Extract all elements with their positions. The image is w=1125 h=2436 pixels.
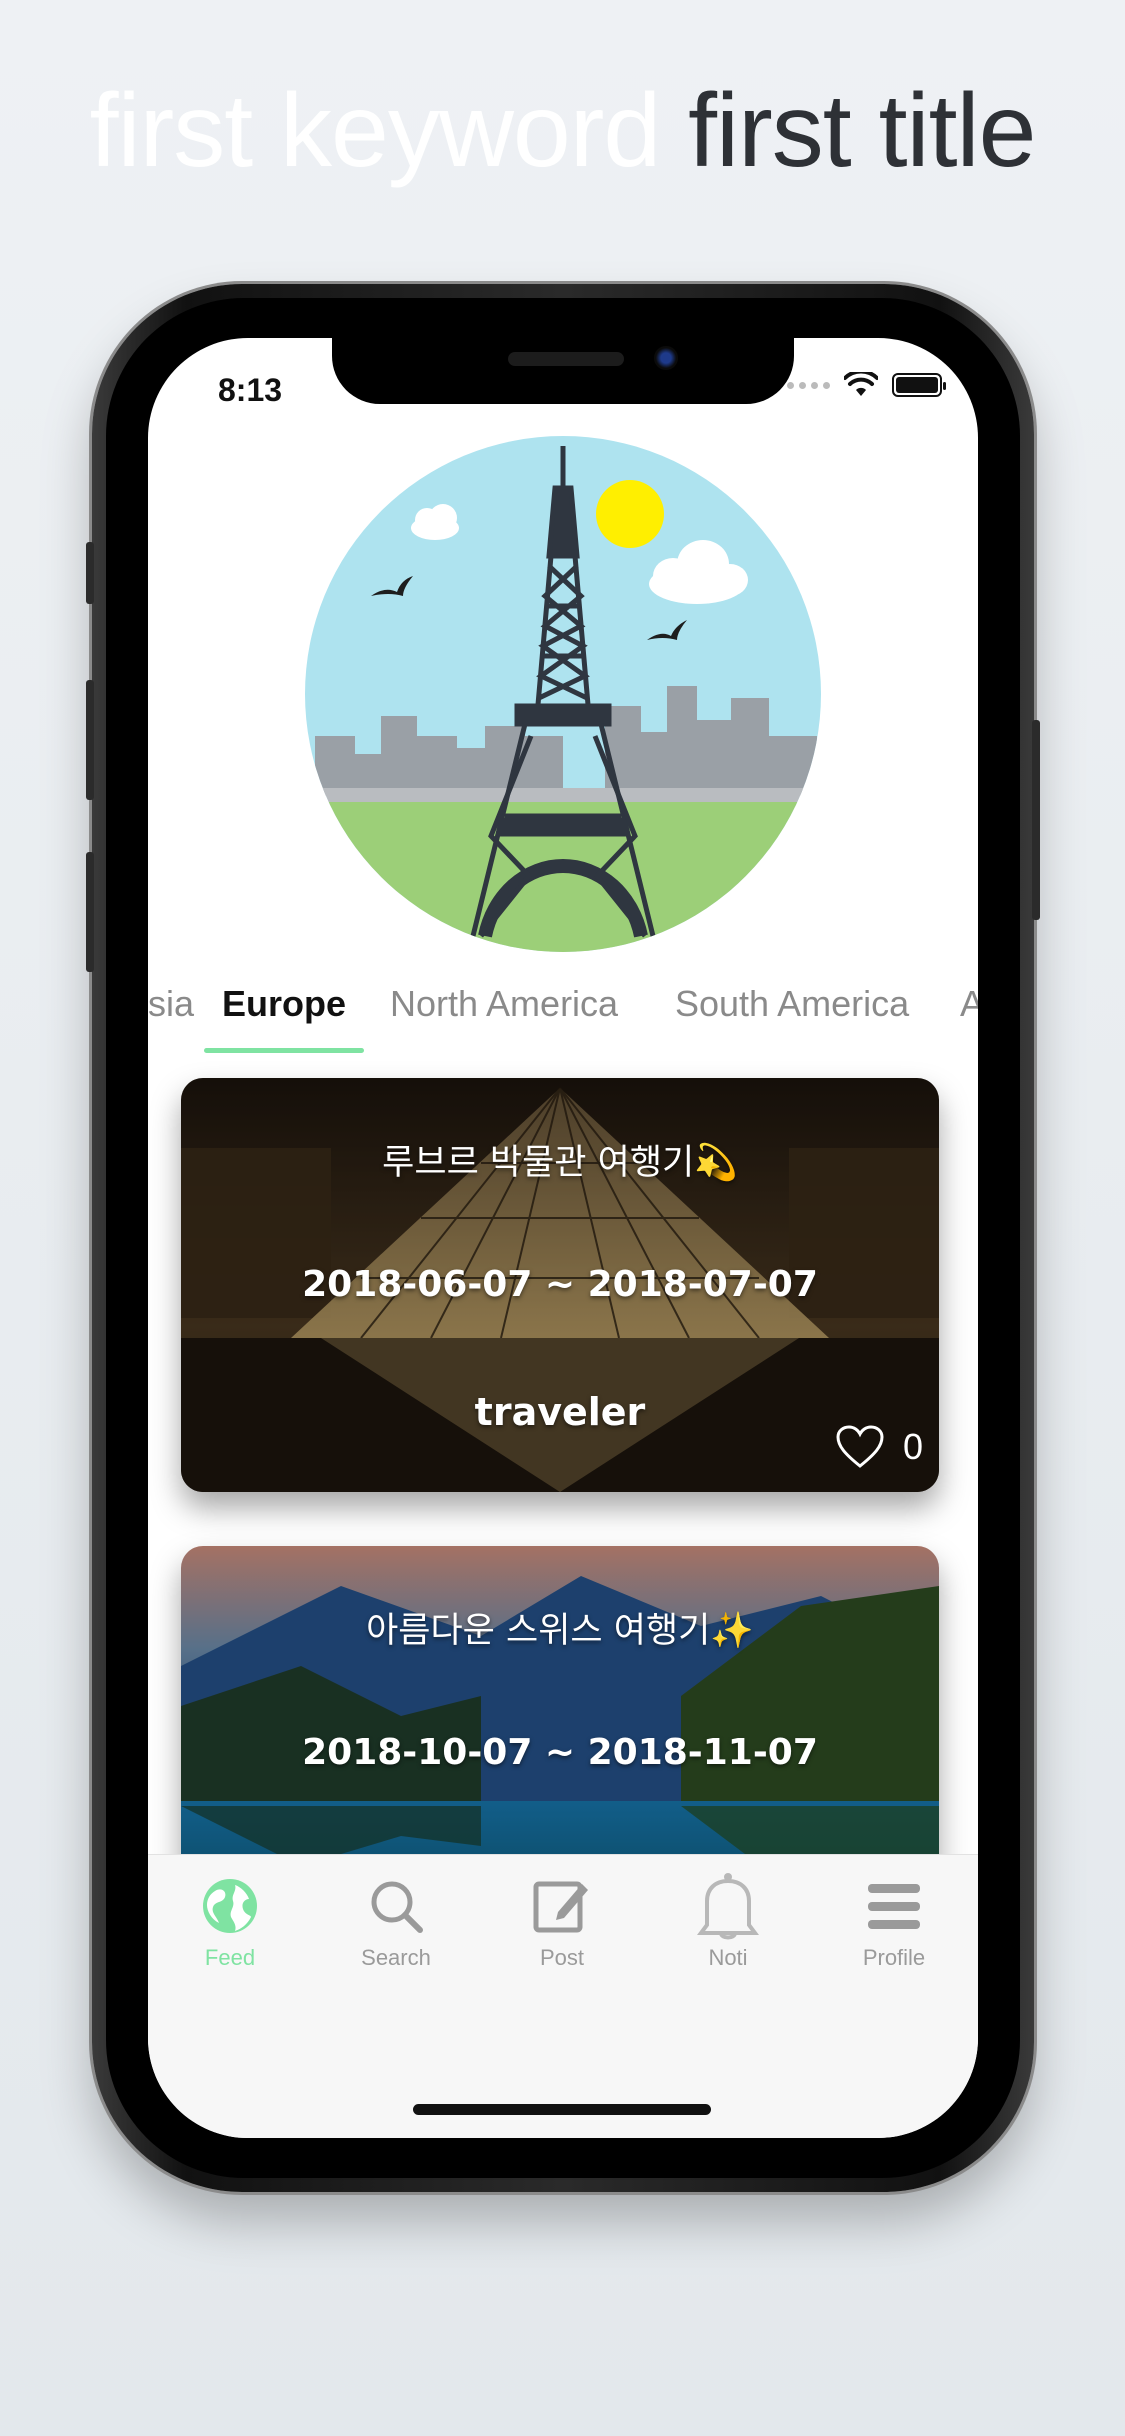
search-icon	[371, 1881, 423, 1933]
trip-title: 아름다운 스위스 여행기✨	[366, 1611, 754, 1651]
headline-keyword: first keyword	[89, 73, 662, 189]
tabbar-noti[interactable]: Noti	[668, 1871, 788, 1971]
compose-icon	[533, 1881, 588, 1933]
tab-north-america[interactable]: North America	[390, 983, 618, 1025]
tab-south-america[interactable]: South America	[675, 983, 909, 1025]
menu-icon	[868, 1884, 920, 1929]
headline: first keyword first title	[0, 72, 1125, 191]
headline-title: first title	[688, 73, 1036, 189]
sun-icon	[596, 480, 664, 548]
trip-title: 루브르 박물관 여행기💫	[382, 1143, 738, 1183]
like-count: 0	[902, 1426, 923, 1467]
status-icons	[787, 372, 946, 398]
phone-volume-up	[86, 680, 94, 800]
eiffel-tower-illustration	[305, 436, 821, 952]
continent-illustration	[305, 436, 821, 952]
phone-volume-down	[86, 852, 94, 972]
bell-icon	[697, 1873, 759, 1940]
trip-dates: 2018-10-07 ~ 2018-11-07	[302, 1732, 818, 1773]
tabbar-label: Profile	[862, 1945, 926, 1970]
wifi-icon	[844, 372, 878, 396]
trip-author: traveler	[474, 1390, 646, 1434]
front-camera	[654, 346, 678, 370]
phone-mute-switch	[86, 542, 94, 604]
speaker	[508, 352, 624, 366]
tabbar-post[interactable]: Post	[502, 1871, 622, 1971]
like-control[interactable]: 0	[835, 1424, 923, 1470]
tabbar-label: Search	[361, 1945, 431, 1970]
phone-power-button	[1032, 720, 1040, 920]
bottom-tab-bar: Feed Search Post Noti Profile	[148, 1854, 978, 2138]
tabbar-label: Noti	[708, 1945, 748, 1970]
heart-outline-icon[interactable]	[835, 1424, 885, 1470]
home-indicator[interactable]	[413, 2104, 711, 2115]
tab-asia[interactable]: sia	[148, 983, 194, 1025]
cellular-signal-icon	[787, 381, 830, 389]
tabbar-feed[interactable]: Feed	[170, 1871, 290, 1971]
tabbar-label: Post	[539, 1945, 585, 1970]
tabbar-label: Feed	[204, 1945, 256, 1970]
tab-europe[interactable]: Europe	[222, 983, 346, 1025]
globe-icon	[203, 1879, 257, 1933]
trip-dates: 2018-06-07 ~ 2018-07-07	[302, 1264, 818, 1305]
notch	[332, 338, 794, 404]
tab-africa[interactable]: A	[960, 983, 978, 1025]
trip-card[interactable]: 루브르 박물관 여행기💫 2018-06-07 ~ 2018-07-07 tra…	[181, 1078, 939, 1492]
battery-icon	[892, 373, 946, 397]
status-time: 8:13	[218, 372, 283, 408]
phone-screen: 8:13 sia Europe North America South Amer…	[148, 338, 978, 2138]
active-tab-indicator	[204, 1048, 364, 1053]
tabbar-search[interactable]: Search	[336, 1871, 456, 1971]
tabbar-profile[interactable]: Profile	[834, 1871, 954, 1971]
continent-tabs: sia Europe North America South America A	[148, 983, 978, 1043]
